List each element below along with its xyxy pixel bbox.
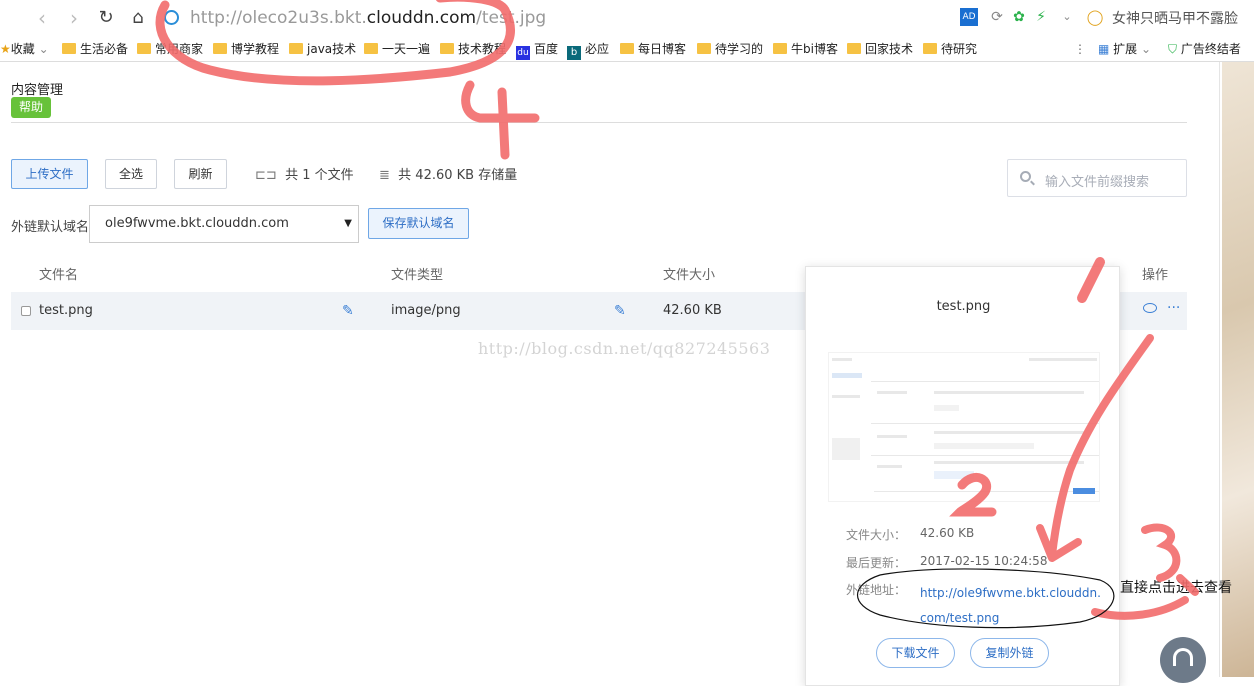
- database-icon: ≣: [379, 168, 390, 183]
- annotation-number-4: [461, 80, 540, 160]
- bookmark-folder[interactable]: 生活必备: [62, 40, 128, 58]
- refresh-icon[interactable]: ↻: [94, 6, 118, 30]
- bookmark-folder[interactable]: 博学教程: [213, 40, 279, 58]
- column-header-type: 文件类型: [391, 268, 444, 283]
- download-button[interactable]: 下载文件: [876, 638, 955, 668]
- folder-icon: [773, 43, 787, 54]
- shield-icon: ⛉: [1168, 42, 1178, 56]
- more-bookmarks-icon[interactable]: ⋮: [1074, 40, 1086, 58]
- bookmarks-bar: ★收藏 ⌄ 生活必备 常用商家 博学教程 java技术 一天一遍 技术教程 du…: [0, 36, 1254, 62]
- size-label: 文件大小：: [846, 528, 907, 542]
- bookmark-folder[interactable]: java技术: [289, 40, 356, 58]
- chevron-down-icon[interactable]: ⌄: [1058, 8, 1076, 26]
- bookmark-folder[interactable]: 一天一遍: [364, 40, 430, 58]
- external-url-link[interactable]: http://ole9fwvme.bkt.clouddn.com/test.pn…: [920, 581, 1106, 631]
- updated-label: 最后更新：: [846, 556, 907, 570]
- bookmark-favorites[interactable]: ★收藏 ⌄: [0, 40, 49, 58]
- bookmark-adblock[interactable]: ⛉ 广告终结者: [1168, 40, 1241, 58]
- domain-label: 外链默认域名: [11, 220, 90, 235]
- address-bar[interactable]: http://oleco2u3s.bkt.clouddn.com/test.jp…: [160, 5, 950, 31]
- bookmark-folder[interactable]: 常用商家: [137, 40, 203, 58]
- search-placeholder: 输入文件前缀搜索: [1045, 175, 1150, 190]
- bookmark-folder[interactable]: 待学习的: [697, 40, 763, 58]
- globe-icon: [164, 10, 179, 25]
- save-domain-button[interactable]: 保存默认域名: [368, 208, 469, 239]
- chevron-down-icon: ⌄: [1137, 42, 1152, 56]
- column-header-name: 文件名: [39, 268, 79, 283]
- folder-icon: [62, 43, 76, 54]
- refresh-button[interactable]: 刷新: [174, 159, 227, 189]
- folder-icon: [620, 43, 634, 54]
- baidu-icon: du: [516, 46, 530, 60]
- url-label: 外链地址：: [846, 583, 907, 597]
- folder-icon: [137, 43, 151, 54]
- size-value: 42.60 KB: [920, 526, 975, 540]
- folder-icon: [923, 43, 937, 54]
- folder-outline-icon: ⊏⊐: [255, 168, 277, 183]
- row-checkbox[interactable]: [21, 306, 31, 316]
- popup-title: test.png: [936, 299, 991, 314]
- divider: [11, 122, 1187, 123]
- search-icon: [1020, 171, 1031, 182]
- bookmark-folder[interactable]: 每日博客: [620, 40, 686, 58]
- edit-name-icon[interactable]: ✎: [342, 303, 354, 319]
- address-text: http://oleco2u3s.bkt.clouddn.com/test.jp…: [190, 8, 547, 28]
- sync-icon[interactable]: ⟳: [988, 8, 1006, 26]
- copy-link-button[interactable]: 复制外链: [970, 638, 1049, 668]
- folder-icon: [440, 43, 454, 54]
- domain-select[interactable]: ole9fwvme.bkt.clouddn.com ▼: [89, 205, 359, 243]
- page-title: 内容管理: [11, 83, 64, 98]
- bookmark-folder[interactable]: 牛bi博客: [773, 40, 838, 58]
- hot-news-text[interactable]: 女神只晒马甲不露脸: [1112, 8, 1238, 28]
- upload-button[interactable]: 上传文件: [11, 159, 88, 189]
- storage-usage: ≣ 共 42.60 KB 存储量: [379, 168, 518, 183]
- more-icon[interactable]: ···: [1167, 300, 1180, 316]
- bing-icon: b: [567, 46, 581, 60]
- browser-toolbar: ‹ › ↻ ⌂ http://oleco2u3s.bkt.clouddn.com…: [0, 0, 1254, 36]
- domain-value: ole9fwvme.bkt.clouddn.com: [105, 216, 289, 231]
- folder-icon: [697, 43, 711, 54]
- column-header-actions: 操作: [1142, 268, 1169, 283]
- image-preview[interactable]: [828, 352, 1100, 502]
- customer-service-button[interactable]: [1160, 637, 1206, 683]
- bookmark-folder[interactable]: 技术教程: [440, 40, 506, 58]
- star-icon: ★: [0, 42, 11, 56]
- folder-icon: [847, 43, 861, 54]
- ad-icon[interactable]: AD: [960, 8, 978, 26]
- cell-file-size: 42.60 KB: [663, 303, 722, 318]
- watermark: http://blog.csdn.net/qq827245563: [478, 339, 771, 358]
- caret-down-icon: ▼: [344, 218, 352, 229]
- bookmark-folder[interactable]: 待研究: [923, 40, 977, 58]
- bolt-icon[interactable]: ⚡: [1032, 8, 1050, 26]
- bookmark-baidu[interactable]: du 百度: [516, 40, 558, 60]
- annotation-note: 直接点击进去查看: [1120, 580, 1232, 596]
- search-engine-icon[interactable]: ◯: [1086, 8, 1104, 26]
- select-all-button[interactable]: 全选: [105, 159, 157, 189]
- home-icon[interactable]: ⌂: [126, 6, 150, 30]
- file-detail-popup: test.png 文件大小： 42.60 KB 最后更新： 2017-02-15…: [805, 266, 1120, 686]
- file-count: ⊏⊐ 共 1 个文件: [255, 168, 354, 183]
- back-icon[interactable]: ‹: [30, 6, 54, 30]
- bookmark-folder[interactable]: 回家技术: [847, 40, 913, 58]
- chevron-down-icon: ⌄: [34, 42, 49, 56]
- bookmark-bing[interactable]: b 必应: [567, 40, 609, 60]
- forward-icon[interactable]: ›: [62, 6, 86, 30]
- extensions-icon: ▦: [1098, 42, 1110, 56]
- folder-icon: [289, 43, 303, 54]
- help-button[interactable]: 帮助: [11, 97, 51, 118]
- updated-value: 2017-02-15 10:24:58: [920, 554, 1048, 568]
- folder-icon: [213, 43, 227, 54]
- search-input[interactable]: 输入文件前缀搜索: [1007, 159, 1187, 197]
- headset-icon: [1173, 648, 1193, 666]
- flower-icon[interactable]: ✿: [1010, 8, 1028, 26]
- edit-type-icon[interactable]: ✎: [614, 303, 626, 319]
- cell-file-name[interactable]: test.png: [39, 303, 93, 318]
- cell-file-type: image/png: [391, 303, 461, 318]
- column-header-size: 文件大小: [663, 268, 716, 283]
- bookmark-extensions[interactable]: ▦ 扩展 ⌄: [1098, 40, 1151, 58]
- folder-icon: [364, 43, 378, 54]
- eye-icon[interactable]: [1143, 303, 1157, 313]
